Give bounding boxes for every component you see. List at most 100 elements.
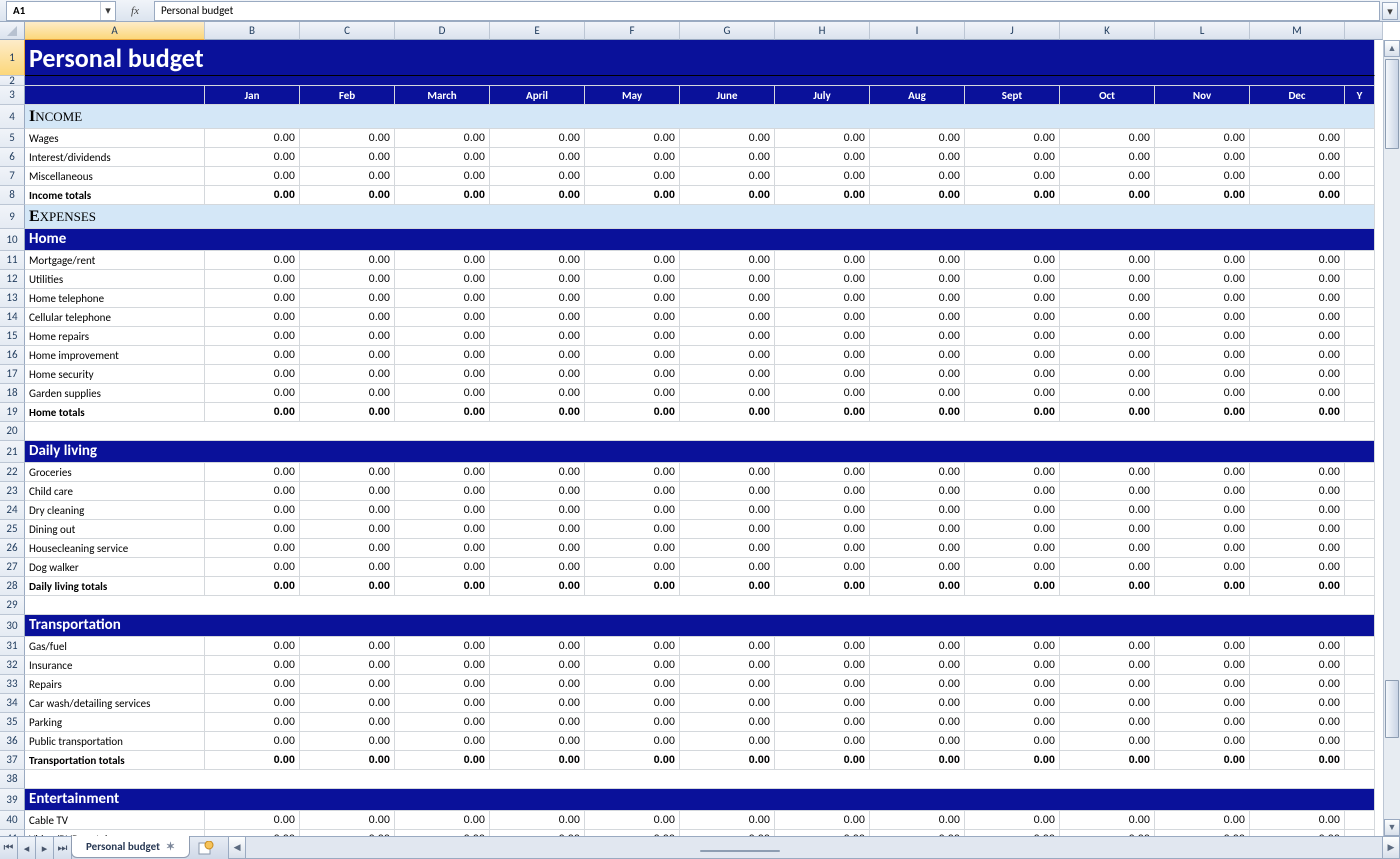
cell-value[interactable]: 0.00 [585, 463, 680, 482]
cell-extra[interactable] [1345, 694, 1375, 713]
cell-value[interactable]: 0.00 [395, 251, 490, 270]
row-header-18[interactable]: 18 [0, 384, 25, 403]
cell-month-March[interactable]: March [395, 86, 490, 105]
cell-label[interactable]: Cellular telephone [25, 308, 205, 327]
cell-value[interactable]: 0.00 [395, 289, 490, 308]
cell-extra[interactable] [1345, 811, 1375, 830]
cell-value[interactable]: 0.00 [300, 501, 395, 520]
cell-category-header[interactable]: Home [25, 229, 1375, 251]
cell-value[interactable]: 0.00 [965, 129, 1060, 148]
cell-value[interactable]: 0.00 [1250, 186, 1345, 205]
cell-value[interactable]: 0.00 [1155, 811, 1250, 830]
cell-value[interactable]: 0.00 [1155, 577, 1250, 596]
cell-value[interactable]: 0.00 [395, 129, 490, 148]
row-header-12[interactable]: 12 [0, 270, 25, 289]
scroll-left-icon[interactable]: ◀ [229, 837, 246, 858]
cell-value[interactable]: 0.00 [775, 577, 870, 596]
cell-value[interactable]: 0.00 [1155, 694, 1250, 713]
cell-extra[interactable] [1345, 732, 1375, 751]
cell-value[interactable]: 0.00 [680, 732, 775, 751]
cell-value[interactable]: 0.00 [395, 656, 490, 675]
cell-value[interactable]: 0.00 [680, 251, 775, 270]
cell-extra[interactable] [1345, 520, 1375, 539]
row-header-3[interactable]: 3 [0, 86, 25, 105]
cell-value[interactable]: 0.00 [395, 384, 490, 403]
cell-value[interactable]: 0.00 [680, 539, 775, 558]
cell-extra[interactable] [1345, 558, 1375, 577]
cell-value[interactable]: 0.00 [1155, 167, 1250, 186]
cell-value[interactable]: 0.00 [870, 539, 965, 558]
cell-value[interactable]: 0.00 [1060, 384, 1155, 403]
cell-extra[interactable] [1345, 346, 1375, 365]
cell-value[interactable]: 0.00 [585, 539, 680, 558]
row-header-7[interactable]: 7 [0, 167, 25, 186]
cell-value[interactable]: 0.00 [1155, 186, 1250, 205]
cell-value[interactable]: 0.00 [300, 539, 395, 558]
cell-label[interactable]: Car wash/detailing services [25, 694, 205, 713]
cell-value[interactable]: 0.00 [870, 501, 965, 520]
cell-value[interactable]: 0.00 [205, 403, 300, 422]
column-header-extra[interactable] [1345, 22, 1383, 40]
cell-value[interactable]: 0.00 [965, 403, 1060, 422]
cell-value[interactable]: 0.00 [395, 577, 490, 596]
cell-value[interactable]: 0.00 [775, 539, 870, 558]
cell-value[interactable]: 0.00 [395, 520, 490, 539]
cell-value[interactable]: 0.00 [965, 482, 1060, 501]
cell-extra[interactable] [1345, 270, 1375, 289]
cell-value[interactable]: 0.00 [680, 577, 775, 596]
column-header-F[interactable]: F [585, 22, 680, 40]
cell-value[interactable]: 0.00 [870, 694, 965, 713]
row-header-2[interactable]: 2 [0, 76, 25, 86]
cell-value[interactable]: 0.00 [680, 167, 775, 186]
cell-value[interactable]: 0.00 [205, 148, 300, 167]
cell-value[interactable]: 0.00 [680, 811, 775, 830]
cell-year[interactable]: Y [1345, 86, 1375, 105]
cell-value[interactable]: 0.00 [870, 346, 965, 365]
cell-value[interactable]: 0.00 [205, 308, 300, 327]
cell-value[interactable]: 0.00 [775, 482, 870, 501]
cell-value[interactable]: 0.00 [395, 482, 490, 501]
cell-value[interactable]: 0.00 [490, 751, 585, 770]
column-header-K[interactable]: K [1060, 22, 1155, 40]
row-header-29[interactable]: 29 [0, 596, 25, 615]
cell-value[interactable]: 0.00 [1060, 656, 1155, 675]
cell-label[interactable]: Income totals [25, 186, 205, 205]
cell-value[interactable]: 0.00 [775, 308, 870, 327]
cell-value[interactable]: 0.00 [585, 713, 680, 732]
cell-value[interactable]: 0.00 [680, 403, 775, 422]
cell-value[interactable]: 0.00 [775, 501, 870, 520]
cell-value[interactable]: 0.00 [870, 186, 965, 205]
cell-value[interactable]: 0.00 [300, 656, 395, 675]
cell-value[interactable]: 0.00 [965, 637, 1060, 656]
cell-value[interactable]: 0.00 [1250, 751, 1345, 770]
cell-value[interactable]: 0.00 [585, 148, 680, 167]
cell-label[interactable]: Dry cleaning [25, 501, 205, 520]
cell-value[interactable]: 0.00 [775, 186, 870, 205]
cell-value[interactable]: 0.00 [775, 694, 870, 713]
cell-value[interactable]: 0.00 [585, 656, 680, 675]
cell-value[interactable]: 0.00 [490, 694, 585, 713]
cell-value[interactable]: 0.00 [965, 186, 1060, 205]
row-header-36[interactable]: 36 [0, 732, 25, 751]
cell-value[interactable]: 0.00 [870, 251, 965, 270]
cell-value[interactable]: 0.00 [1060, 186, 1155, 205]
cell-value[interactable]: 0.00 [1250, 539, 1345, 558]
grid-body[interactable]: Personal budgetJanFebMarchAprilMayJuneJu… [25, 40, 1383, 836]
cell-value[interactable]: 0.00 [585, 637, 680, 656]
cell-value[interactable]: 0.00 [1155, 637, 1250, 656]
cell-value[interactable]: 0.00 [1250, 167, 1345, 186]
cell-label[interactable]: Miscellaneous [25, 167, 205, 186]
cell-value[interactable]: 0.00 [775, 327, 870, 346]
cell-value[interactable]: 0.00 [395, 327, 490, 346]
cell-value[interactable]: 0.00 [1250, 463, 1345, 482]
cell-value[interactable]: 0.00 [205, 384, 300, 403]
cell-value[interactable]: 0.00 [300, 811, 395, 830]
cell-title[interactable]: Personal budget [25, 40, 1375, 76]
cell-value[interactable]: 0.00 [1155, 308, 1250, 327]
cell-extra[interactable] [1345, 403, 1375, 422]
cell-label[interactable]: Garden supplies [25, 384, 205, 403]
cell-value[interactable]: 0.00 [490, 270, 585, 289]
cell-value[interactable]: 0.00 [870, 327, 965, 346]
cell-value[interactable]: 0.00 [205, 637, 300, 656]
cell-value[interactable]: 0.00 [870, 520, 965, 539]
